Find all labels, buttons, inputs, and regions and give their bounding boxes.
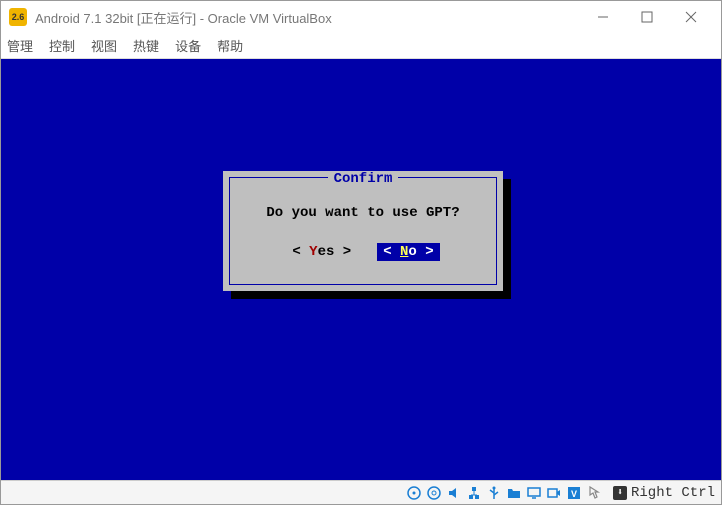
shared-folders-icon[interactable] — [505, 484, 523, 502]
menu-hotkeys[interactable]: 热键 — [133, 36, 159, 55]
host-key-indicator: ⬇ Right Ctrl — [613, 485, 715, 501]
optical-icon[interactable] — [425, 484, 443, 502]
minimize-button[interactable] — [581, 2, 625, 32]
maximize-button[interactable] — [625, 2, 669, 32]
network-icon[interactable] — [465, 484, 483, 502]
usb-icon[interactable] — [485, 484, 503, 502]
dialog-border — [229, 177, 497, 285]
close-button[interactable] — [669, 2, 713, 32]
status-icons: V — [405, 484, 603, 502]
recording-icon[interactable] — [545, 484, 563, 502]
mouse-integration-icon[interactable] — [585, 484, 603, 502]
vm-screen[interactable]: Confirm Do you want to use GPT? < Yes > … — [1, 59, 721, 480]
window-titlebar: 2.6 Android 7.1 32bit [正在运行] - Oracle VM… — [1, 1, 721, 33]
vbox-icon[interactable]: V — [565, 484, 583, 502]
harddisk-icon[interactable] — [405, 484, 423, 502]
audio-icon[interactable] — [445, 484, 463, 502]
menu-control[interactable]: 控制 — [49, 36, 75, 55]
dialog-buttons: < Yes > < No > — [286, 243, 439, 261]
yes-button[interactable]: < Yes > — [286, 243, 357, 261]
display-icon[interactable] — [525, 484, 543, 502]
dialog-message: Do you want to use GPT? — [266, 205, 459, 221]
hostkey-arrow-icon: ⬇ — [613, 486, 627, 500]
status-bar: V ⬇ Right Ctrl — [1, 480, 721, 504]
dialog-title: Confirm — [328, 171, 399, 187]
menu-bar: 管理 控制 视图 热键 设备 帮助 — [1, 33, 721, 59]
svg-text:V: V — [571, 489, 577, 499]
menu-manage[interactable]: 管理 — [7, 36, 33, 55]
menu-devices[interactable]: 设备 — [175, 36, 201, 55]
no-button[interactable]: < No > — [377, 243, 439, 261]
menu-help[interactable]: 帮助 — [217, 36, 243, 55]
confirm-dialog: Confirm Do you want to use GPT? < Yes > … — [223, 171, 503, 291]
menu-view[interactable]: 视图 — [91, 36, 117, 55]
hostkey-label: Right Ctrl — [631, 485, 715, 501]
app-icon: 2.6 — [9, 8, 27, 26]
window-title: Android 7.1 32bit [正在运行] - Oracle VM Vir… — [35, 8, 581, 27]
